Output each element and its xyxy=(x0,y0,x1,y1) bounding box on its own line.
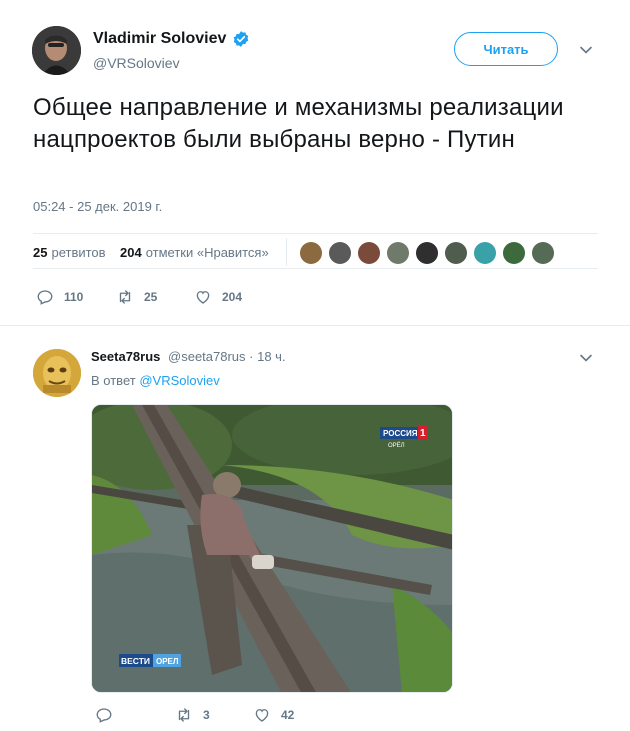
retweet-count: 3 xyxy=(203,708,210,722)
author-name-text[interactable]: Vladimir Soloviev xyxy=(93,30,226,48)
author-name[interactable]: Vladimir Soloviev xyxy=(93,30,250,48)
reply-count: 110 xyxy=(64,290,84,304)
photo-scene: РОССИЯ 1 ОРЁЛ ВЕСТИ ОРЕЛ xyxy=(92,405,452,692)
liker-avatar[interactable] xyxy=(532,242,554,264)
liker-avatar[interactable] xyxy=(300,242,322,264)
news-logo-text: ВЕСТИ xyxy=(121,656,150,666)
likes-label: отметки «Нравится» xyxy=(145,245,269,260)
reply-icon xyxy=(96,708,112,723)
like-action[interactable]: 204 xyxy=(194,288,242,306)
tweet-text: Общее направление и механизмы реализации… xyxy=(33,94,564,153)
reply-header: Seeta78rus @seeta78rus · 18 ч. xyxy=(91,349,286,364)
liker-avatar[interactable] xyxy=(416,242,438,264)
tweet-actions: 110 25 204 xyxy=(36,288,456,308)
reply-to-line: В ответ @VRSoloviev xyxy=(91,373,220,388)
reply-icon xyxy=(37,290,53,305)
reply-time[interactable]: · 18 ч. xyxy=(249,349,285,364)
retweets-label: ретвитов xyxy=(51,245,106,260)
likes-count: 204 xyxy=(120,245,142,260)
retweets-count: 25 xyxy=(33,245,48,260)
tweet-timestamp[interactable]: 05:24 - 25 дек. 2019 г. xyxy=(33,199,162,214)
reply-actions: 3 42 xyxy=(95,706,395,726)
retweet-icon xyxy=(178,708,190,722)
liker-avatar[interactable] xyxy=(358,242,380,264)
reply-author-avatar[interactable] xyxy=(33,349,81,397)
liker-avatar[interactable] xyxy=(503,242,525,264)
tweet-stats: 25 ретвитов 204 отметки «Нравится» xyxy=(33,233,598,269)
author-avatar[interactable] xyxy=(32,26,81,75)
retweet-action[interactable]: 3 xyxy=(175,706,210,724)
liker-avatar[interactable] xyxy=(387,242,409,264)
chevron-down-icon[interactable] xyxy=(578,42,594,58)
stats-divider xyxy=(286,238,287,266)
liker-avatar[interactable] xyxy=(445,242,467,264)
retweet-icon xyxy=(119,290,131,304)
like-action[interactable]: 42 xyxy=(253,706,294,724)
reply-to-prefix: В ответ xyxy=(91,373,136,388)
like-icon xyxy=(255,709,269,722)
follow-button[interactable]: Читать xyxy=(454,32,558,66)
main-tweet: Vladimir Soloviev @VRSoloviev Читать Общ… xyxy=(0,0,630,326)
verified-badge-icon xyxy=(234,31,249,47)
reply-to-handle[interactable]: @VRSoloviev xyxy=(139,373,219,388)
channel-logo-sub: ОРЁЛ xyxy=(388,442,405,449)
likes-stat[interactable]: 204 отметки «Нравится» xyxy=(120,245,269,260)
retweet-count: 25 xyxy=(144,290,158,304)
chevron-down-icon[interactable] xyxy=(578,350,594,366)
author-handle[interactable]: @VRSoloviev xyxy=(93,55,180,71)
reply-author-handle[interactable]: @seeta78rus xyxy=(168,349,246,364)
like-icon xyxy=(196,291,210,304)
reply-action[interactable]: 110 xyxy=(36,288,83,306)
reply-action[interactable] xyxy=(95,706,123,724)
news-logo-sub: ОРЕЛ xyxy=(156,657,179,666)
channel-logo-number: 1 xyxy=(420,428,426,439)
reply-author-name[interactable]: Seeta78rus xyxy=(91,349,160,364)
retweets-stat[interactable]: 25 ретвитов xyxy=(33,245,106,260)
channel-logo-text: РОССИЯ xyxy=(383,429,418,438)
liker-avatar[interactable] xyxy=(329,242,351,264)
like-count: 204 xyxy=(222,290,243,304)
reply-photo[interactable]: РОССИЯ 1 ОРЁЛ ВЕСТИ ОРЕЛ xyxy=(91,404,453,693)
like-count: 42 xyxy=(281,708,295,722)
retweet-action[interactable]: 25 xyxy=(116,288,157,306)
liker-avatar[interactable] xyxy=(474,242,496,264)
